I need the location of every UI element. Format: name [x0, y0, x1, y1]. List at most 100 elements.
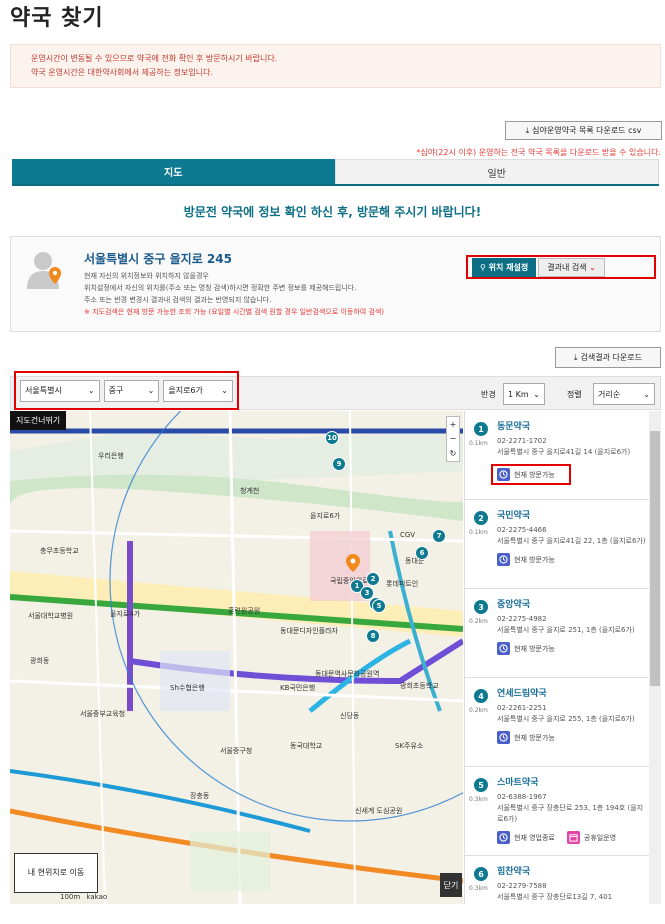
pharmacy-name[interactable]: 힘찬약국	[497, 864, 661, 877]
pharmacy-name[interactable]: 동문약국	[497, 419, 661, 432]
skip-map-button[interactable]: 지도건너뛰기	[10, 411, 67, 430]
reset-location-button[interactable]: ⚲ 위치 재설정	[472, 257, 537, 277]
pharmacy-number: 4	[474, 689, 488, 703]
sort-select[interactable]: 거리순 ⌄	[593, 383, 655, 405]
pharmacy-status: 현재 방문가능	[491, 464, 571, 485]
pharmacy-status: 현재 방문가능	[497, 642, 661, 655]
pharmacy-marker[interactable]: 8	[366, 629, 380, 643]
pharmacy-status-label: 현재 방문가능	[514, 733, 555, 742]
location-description: 현재 자신의 위치정보와 위치하지 않을경우 위치설정에서 자신의 위치를(주소…	[84, 270, 484, 318]
chevron-down-icon: ⌄	[87, 386, 95, 395]
chevron-down-icon: ⌄	[643, 389, 650, 399]
chevron-down-icon: ⌄	[589, 262, 596, 272]
map-label: 서울대학교병원	[28, 612, 74, 620]
map-label: 서울중부교육청	[80, 710, 126, 718]
chevron-down-icon: ⌄	[221, 386, 228, 395]
pharmacy-list-item[interactable]: 5 0.3km 스마트약국 02-6388-1967 서울특별시 중구 장충단로 253…	[465, 767, 661, 856]
map-label: 광희동	[30, 657, 50, 665]
search-in-results-button[interactable]: 결과내 검색 ⌄	[538, 257, 605, 277]
pharmacy-number: 6	[474, 867, 488, 881]
clock-icon	[497, 731, 510, 744]
pharmacy-map[interactable]: 지도건너뛰기 우리은행 충무초등학교 을지로6가 을지로4가 동대문 국립중앙의…	[10, 411, 463, 904]
pharmacy-number: 1	[474, 422, 488, 436]
page-title: 약국 찾기	[10, 6, 104, 31]
clock-icon	[497, 831, 510, 844]
location-desc-1: 현재 자신의 위치정보와 위치하지 않을경우	[84, 272, 209, 280]
csv-download-button[interactable]: ⤓ 심야운영약국 목록 다운로드 csv	[505, 121, 662, 140]
map-label: KB국민은행	[280, 684, 316, 692]
region-filters: 서울특별시 ⌄ 중구 ⌄ 을지로6가 ⌄	[14, 371, 239, 410]
radius-label: 반경	[481, 390, 496, 399]
pharmacy-phone: 02-2275-4982	[497, 615, 547, 623]
pharmacy-name[interactable]: 국민약국	[497, 508, 661, 521]
clock-icon	[497, 553, 510, 566]
pharmacy-marker[interactable]: 10	[325, 431, 339, 445]
map-label: 을지로6가	[310, 512, 341, 520]
zoom-in-icon[interactable]: +	[450, 420, 457, 429]
map-label: 우리은행	[98, 452, 124, 460]
pharmacy-phone: 02-2279-7588	[497, 882, 547, 890]
filter-bar: 서울특별시 ⌄ 중구 ⌄ 을지로6가 ⌄ 반경 1 Km ⌄ 정렬 거리순 ⌄	[10, 371, 661, 410]
pharmacy-address: 서울특별시 중구 장충단로 253, 1층 194호 (을지로6가)	[497, 804, 644, 823]
pharmacy-list-item[interactable]: 1 0.1km 동문약국 02-2271-1702 서울특별시 중구 을지로41길 14…	[465, 411, 661, 500]
map-label: 훈련원공원	[228, 607, 261, 615]
map-label: 동대문역사문화공원역	[315, 670, 380, 678]
clock-icon	[497, 642, 510, 655]
pharmacy-list-item[interactable]: 6 0.3km 힘찬약국 02-2279-7588 서울특별시 중구 장충단로13길 7…	[465, 856, 661, 904]
scrollbar[interactable]	[649, 411, 661, 904]
location-desc-3: 주소 또는 반경 변경시 결과내 검색의 결과는 반영되지 않습니다.	[84, 296, 272, 304]
pharmacy-holiday-label: 공휴일운영	[583, 833, 617, 842]
scrollbar-thumb[interactable]	[650, 431, 660, 686]
pharmacy-list-item[interactable]: 3 0.2km 중앙약국 02-2275-4982 서울특별시 중구 을지로 251, …	[465, 589, 661, 678]
pharmacy-marker[interactable]: 5	[372, 599, 386, 613]
pharmacy-address: 서울특별시 중구 을지로41길 22, 1층 (을지로6가)	[497, 537, 646, 545]
tab-map[interactable]: 지도	[12, 159, 335, 184]
pharmacy-phone: 02-2261-2251	[497, 704, 547, 712]
map-label: 장충동	[190, 792, 210, 800]
download-icon: ⤓	[525, 125, 530, 135]
search-in-results-label: 결과내 검색	[547, 262, 587, 272]
notice-line-1: 운영시간이 변동될 수 있으므로 약국에 전화 확인 후 방문하시기 바랍니다.	[31, 54, 278, 63]
pharmacy-status: 현재 영업종료 공휴일운영	[497, 831, 661, 844]
pharmacy-list-item[interactable]: 2 0.1km 국민약국 02-2275-4466 서울특별시 중구 을지로41길 22…	[465, 500, 661, 589]
pharmacy-distance: 0.2km	[469, 618, 488, 625]
clock-icon	[497, 468, 510, 481]
map-label: Sh수협은행	[170, 684, 205, 692]
pharmacy-marker[interactable]: 9	[332, 457, 346, 471]
pharmacy-name[interactable]: 중앙약국	[497, 597, 661, 610]
pharmacy-list-item[interactable]: 4 0.2km 연세드림약국 02-2261-2251 서울특별시 중구 을지로 255…	[465, 678, 661, 767]
district-select[interactable]: 중구 ⌄	[103, 379, 160, 402]
pharmacy-list: 1 0.1km 동문약국 02-2271-1702 서울특별시 중구 을지로41길 14…	[464, 411, 661, 904]
results-download-button[interactable]: ⤓ 검색결과 다운로드	[555, 347, 661, 368]
pharmacy-marker[interactable]: 2	[366, 572, 380, 586]
pharmacy-name[interactable]: 스마트약국	[497, 775, 661, 788]
close-map-button[interactable]: 닫기	[440, 873, 462, 897]
zoom-out-icon[interactable]: −	[450, 434, 457, 443]
sort-value: 거리순	[598, 389, 621, 399]
pharmacy-number: 2	[474, 511, 488, 525]
dong-select[interactable]: 을지로6가 ⌄	[163, 379, 233, 402]
map-label: CGV	[400, 531, 416, 539]
pharmacy-status-label: 현재 방문가능	[514, 470, 555, 479]
pharmacy-distance: 0.3km	[469, 796, 488, 803]
pharmacy-name[interactable]: 연세드림약국	[497, 686, 661, 699]
pharmacy-distance: 0.1km	[469, 440, 488, 447]
map-label: 을지로4가	[110, 610, 141, 618]
map-provider: kakao	[86, 893, 108, 901]
pharmacy-marker[interactable]: 6	[415, 546, 429, 560]
pharmacy-address: 서울특별시 중구 장충단로13길 7, 401	[497, 893, 613, 901]
pharmacy-marker[interactable]: 7	[432, 529, 446, 543]
page: 약국 찾기 운영시간이 변동될 수 있으므로 약국에 전화 확인 후 방문하시기…	[0, 0, 665, 924]
tab-general[interactable]: 일반	[334, 159, 659, 184]
city-select[interactable]: 서울특별시 ⌄	[20, 379, 100, 402]
current-location-button[interactable]: 내 현위치로 이동	[14, 853, 98, 893]
pharmacy-status-label: 현재 방문가능	[514, 644, 555, 653]
csv-note: *심야(22시 이후) 운영하는 전국 약국 목록을 다운로드 받을 수 있습니…	[416, 148, 661, 157]
zoom-control[interactable]: + − ↻	[446, 416, 460, 462]
refresh-icon[interactable]: ↻	[450, 449, 457, 458]
pharmacy-number: 3	[474, 600, 488, 614]
dong-value: 을지로6가	[168, 386, 203, 395]
reset-location-label: 위치 재설정	[488, 262, 529, 272]
csv-download-label: 심야운영약국 목록 다운로드 csv	[532, 126, 642, 135]
radius-select[interactable]: 1 Km ⌄	[503, 383, 545, 405]
